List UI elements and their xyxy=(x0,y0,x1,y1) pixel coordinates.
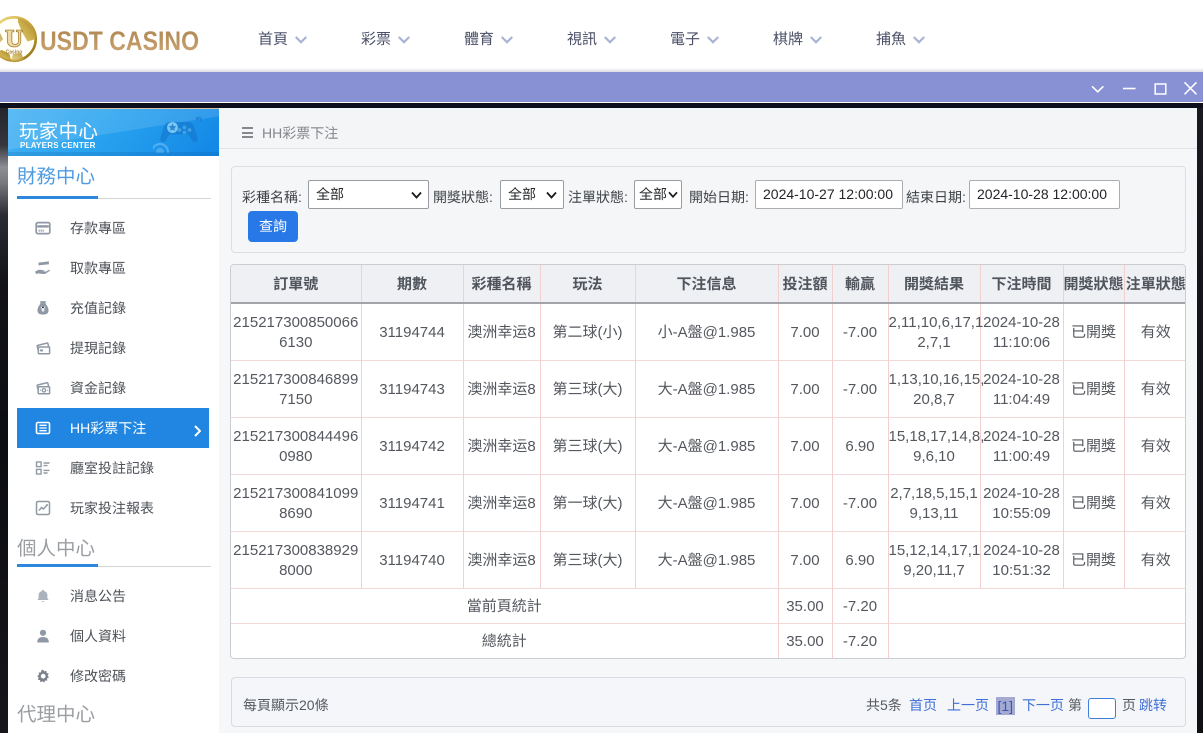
svg-text:Casino: Casino xyxy=(6,49,23,56)
